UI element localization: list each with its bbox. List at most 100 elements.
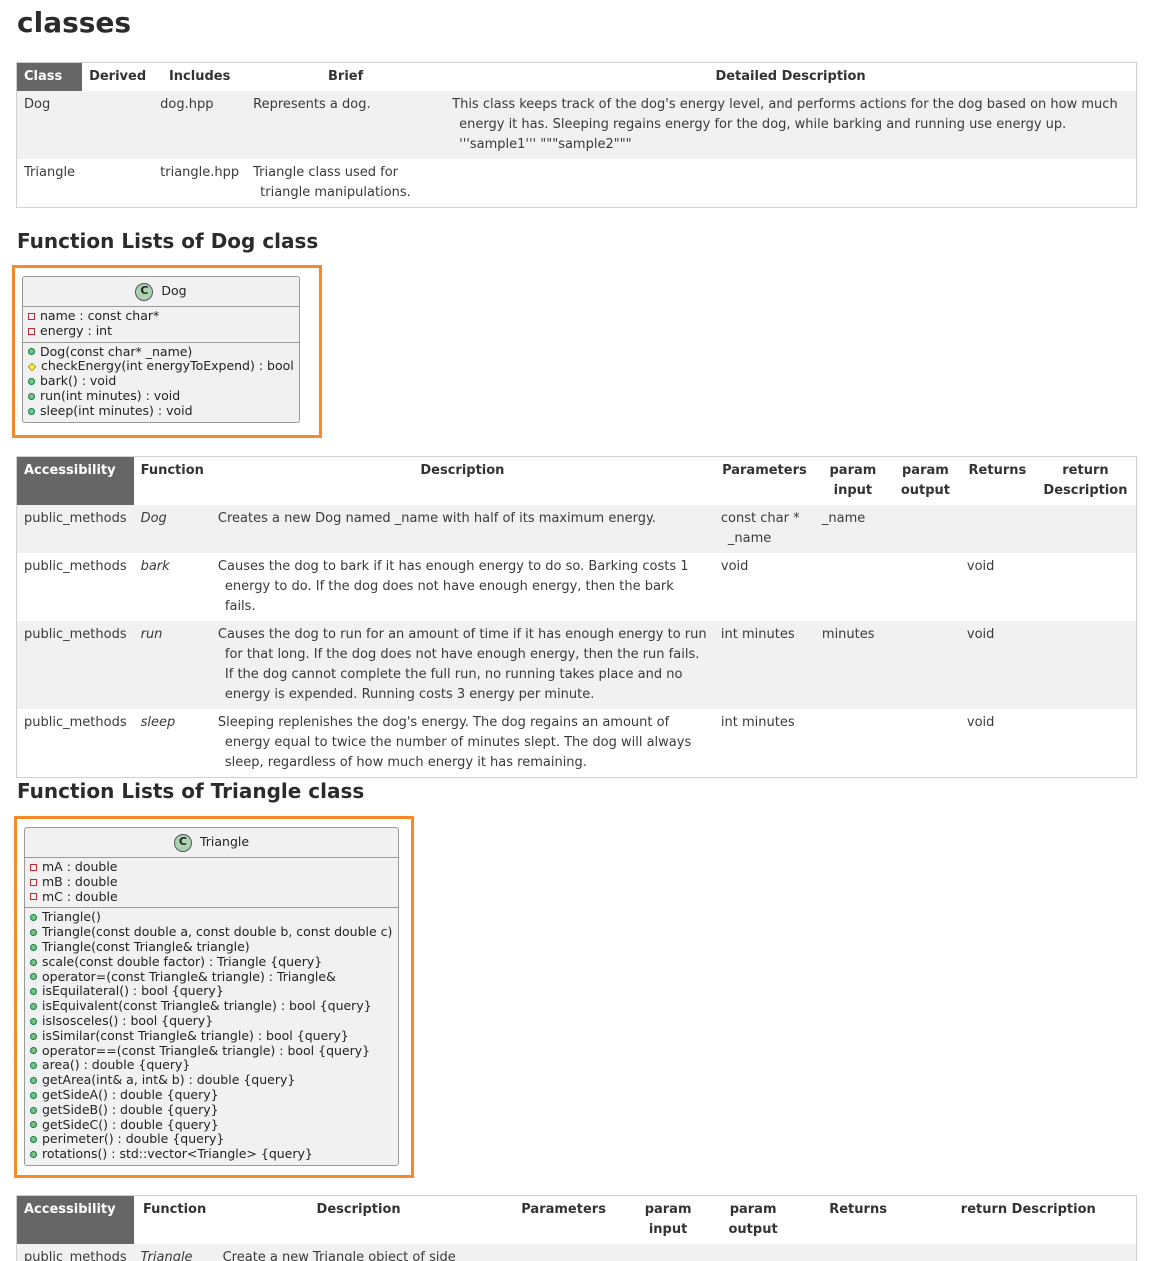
uml-method: isSimilar(const Triangle& triangle) : bo… bbox=[30, 1027, 393, 1044]
uml-method-text: rotations() : std::vector<Triangle> {que… bbox=[42, 1146, 313, 1162]
param-input-cell: _name bbox=[814, 505, 891, 553]
uml-method-text: isSimilar(const Triangle& triangle) : bo… bbox=[42, 1027, 349, 1043]
uml-method: scale(const double factor) : Triangle {q… bbox=[30, 953, 393, 970]
uml-method-text: operator==(const Triangle& triangle) : b… bbox=[42, 1042, 371, 1058]
uml-attributes: mA : double mB : double mC : double bbox=[25, 858, 398, 907]
uml-method: perimeter() : double {query} bbox=[30, 1132, 393, 1147]
function-name-cell: sleep bbox=[140, 715, 176, 730]
header-return-description: return Description bbox=[960, 1202, 1096, 1217]
uml-method-text: Triangle(const double a, const double b,… bbox=[42, 924, 393, 940]
uml-attribute-text: mC : double bbox=[42, 888, 118, 904]
public-circle-icon bbox=[30, 1136, 37, 1144]
accessibility-cell: public_methods bbox=[16, 505, 134, 553]
return-description-cell bbox=[1034, 621, 1137, 709]
header-brief: Brief bbox=[328, 69, 364, 84]
header-derived: Derived bbox=[89, 69, 147, 84]
uml-method: operator==(const Triangle& triangle) : b… bbox=[30, 1042, 393, 1059]
param-output-cell bbox=[890, 505, 960, 553]
public-circle-icon bbox=[30, 1077, 37, 1085]
parameters-cell: void bbox=[720, 559, 749, 574]
accessibility-cell: public_methods bbox=[24, 715, 127, 730]
table-row: public_methods run Causes the dog to run… bbox=[16, 621, 1137, 709]
public-circle-icon bbox=[30, 1106, 37, 1114]
triangle-section-heading: Function Lists of Triangle class bbox=[17, 779, 365, 803]
public-circle-icon bbox=[28, 378, 35, 386]
return-description-cell bbox=[1034, 505, 1137, 553]
protected-diamond-icon bbox=[27, 362, 37, 372]
uml-method-text: perimeter() : double {query} bbox=[42, 1131, 225, 1147]
uml-attribute: mB : double bbox=[30, 873, 393, 890]
uml-method: checkEnergy(int energyToExpend) : bool bbox=[27, 359, 294, 374]
uml-method-text: isEquilateral() : bool {query} bbox=[42, 983, 224, 999]
class-c-icon: C bbox=[135, 282, 154, 301]
uml-class-header: C Triangle bbox=[25, 828, 398, 858]
class-detail bbox=[445, 159, 1136, 208]
parameters-text: const char * _name bbox=[720, 511, 800, 546]
document-page: classes Class Derived Includes Brief Det… bbox=[0, 0, 1159, 1261]
uml-method: Triangle(const Triangle& triangle) bbox=[30, 939, 393, 955]
description-cell: Creates a new Dog named _name with half … bbox=[210, 505, 714, 553]
uml-method: area() : double {query} bbox=[30, 1058, 393, 1073]
triangle-uml-class-box: C Triangle mA : double mB : double mC : … bbox=[24, 827, 399, 1166]
uml-attribute-text: mB : double bbox=[42, 873, 118, 889]
class-derived bbox=[82, 91, 154, 159]
private-square-icon bbox=[30, 893, 37, 901]
header-parameters: Parameters bbox=[521, 1202, 606, 1217]
public-circle-icon bbox=[30, 1047, 37, 1055]
header-param-output: param output bbox=[728, 1202, 778, 1237]
public-circle-icon bbox=[30, 958, 37, 966]
uml-method: getSideA() : double {query} bbox=[30, 1086, 393, 1103]
header-accessibility: Accessibility bbox=[16, 456, 134, 505]
dog-functions-table: Accessibility Function Description Param… bbox=[16, 456, 1137, 778]
class-brief-text: Represents a dog. bbox=[253, 97, 371, 112]
class-detail-text: This class keeps track of the dog's ener… bbox=[452, 97, 1118, 152]
uml-method: isIsosceles() : bool {query} bbox=[30, 1013, 393, 1029]
param-input-cell bbox=[815, 553, 891, 621]
page-title: classes bbox=[17, 6, 132, 39]
public-circle-icon bbox=[28, 407, 35, 415]
public-circle-icon bbox=[30, 929, 37, 937]
uml-method: rotations() : std::vector<Triangle> {que… bbox=[30, 1146, 393, 1162]
header-function: Function bbox=[142, 1202, 207, 1217]
uml-method: sleep(int minutes) : void bbox=[28, 403, 294, 419]
function-name-cell: Triangle bbox=[133, 1244, 216, 1261]
returns-cell: void bbox=[959, 621, 1035, 709]
accessibility-cell: public_methods bbox=[16, 621, 134, 709]
description-cell: Create a new Triangle object of side bbox=[215, 1244, 1137, 1261]
uml-method-text: bark() : void bbox=[40, 373, 117, 389]
uml-method-text: area() : double {query} bbox=[42, 1057, 191, 1073]
uml-method-text: getArea(int& a, int& b) : double {query} bbox=[42, 1072, 296, 1088]
accessibility-cell: public_methods bbox=[16, 1244, 134, 1261]
classes-table-header: Class Derived Includes Brief Detailed De… bbox=[16, 62, 1137, 91]
uml-method-text: getSideC() : double {query} bbox=[42, 1116, 219, 1132]
returns-cell bbox=[959, 505, 1035, 553]
uml-method: Triangle(const double a, const double b,… bbox=[30, 924, 393, 940]
uml-method: isEquivalent(const Triangle& triangle) :… bbox=[30, 998, 393, 1014]
table-row: Dog dog.hpp Represents a dog. This class… bbox=[16, 91, 1137, 159]
uml-method: operator=(const Triangle& triangle) : Tr… bbox=[30, 969, 393, 985]
table-row: Triangle triangle.hpp Triangle class use… bbox=[17, 159, 1137, 208]
uml-method: run(int minutes) : void bbox=[28, 388, 294, 404]
uml-method-text: getSideA() : double {query} bbox=[42, 1086, 219, 1102]
uml-attribute: name : const char* bbox=[28, 308, 294, 324]
public-circle-icon bbox=[30, 1091, 37, 1099]
function-name-cell: bark bbox=[140, 559, 170, 574]
param-input-cell bbox=[815, 709, 891, 778]
uml-method-text: scale(const double factor) : Triangle {q… bbox=[42, 953, 323, 969]
class-name: Triangle bbox=[24, 165, 76, 180]
private-square-icon bbox=[30, 878, 37, 886]
return-description-cell bbox=[1035, 553, 1137, 621]
table-row: public_methods sleep Sleeping replenishe… bbox=[17, 709, 1137, 778]
uml-method: getArea(int& a, int& b) : double {query} bbox=[30, 1072, 393, 1088]
uml-method: Dog(const char* _name) bbox=[28, 344, 294, 360]
return-description-cell bbox=[1035, 709, 1137, 778]
parameters-cell: int minutes bbox=[720, 715, 795, 730]
private-square-icon bbox=[28, 312, 35, 320]
parameters-cell: int minutes bbox=[713, 621, 815, 709]
uml-attribute-text: name : const char* bbox=[40, 308, 160, 323]
dog-uml-class-box: C Dog name : const char* energy : int Do… bbox=[22, 276, 300, 423]
class-includes: dog.hpp bbox=[153, 91, 247, 159]
uml-attributes: name : const char* energy : int bbox=[23, 307, 299, 342]
uml-method: getSideC() : double {query} bbox=[30, 1116, 393, 1133]
uml-method: Triangle() bbox=[30, 910, 393, 925]
